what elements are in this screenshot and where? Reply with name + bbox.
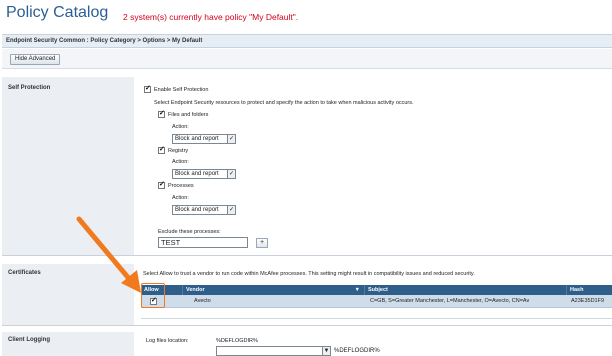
certificates-description: Select Allow to trust a vendor to run co… (143, 271, 475, 277)
registry-action-select[interactable]: Block and report ✓ (172, 169, 236, 179)
registry-checkbox[interactable]: ✓ (158, 146, 165, 154)
checkmark-icon: ✓ (145, 85, 151, 92)
files-folders-action-value: Block and report (175, 136, 219, 142)
chevron-down-icon: ▼ (322, 347, 330, 355)
processes-label: Processes (168, 183, 194, 189)
certificates-label: Certificates (8, 270, 41, 276)
table-row-empty (141, 308, 612, 319)
log-location-input[interactable]: %DEFLOGDIR% (334, 348, 380, 354)
column-vendor-label: Vendor (186, 287, 205, 293)
processes-action-label: Action: (172, 195, 189, 201)
exclude-processes-label: Exclude these processes: (158, 229, 221, 235)
add-process-button[interactable]: + (256, 238, 268, 248)
hide-advanced-button[interactable]: Hide Advanced (10, 54, 61, 65)
registry-action-label: Action: (172, 159, 189, 165)
log-location-value: %DEFLOGDIR% (216, 338, 258, 344)
hash-cell: A23E35D1F9 (571, 298, 605, 304)
column-subject[interactable]: Subject (365, 285, 567, 295)
self-protection-description: Select Endpoint Security resources to pr… (154, 100, 414, 106)
client-logging-label-cell (2, 332, 134, 356)
log-location-label: Log files location: (146, 338, 189, 344)
chevron-down-icon: ✓ (227, 135, 235, 143)
files-folders-label: Files and folders (168, 112, 209, 118)
breadcrumb: Endpoint Security Common : Policy Catego… (6, 38, 203, 44)
log-location-select[interactable]: ▼ (216, 346, 331, 356)
registry-label: Registry (168, 148, 189, 154)
sort-descending-icon: ▼ (354, 287, 360, 293)
files-folders-checkbox[interactable]: ✓ (158, 110, 165, 118)
chevron-down-icon: ✓ (227, 206, 235, 214)
checkmark-icon: ✓ (159, 110, 165, 117)
chevron-down-icon: ✓ (227, 170, 235, 178)
policy-assignment-notice: 2 system(s) currently have policy "My De… (123, 12, 299, 22)
processes-action-select[interactable]: Block and report ✓ (172, 205, 236, 215)
checkmark-icon: ✓ (159, 146, 165, 153)
registry-action-value: Block and report (175, 171, 219, 177)
checkmark-icon: ✓ (159, 181, 165, 188)
exclude-processes-input[interactable]: TEST (158, 237, 248, 248)
subject-cell: C=GB, S=Greater Manchester, L=Manchester… (370, 298, 530, 304)
files-folders-action-select[interactable]: Block and report ✓ (172, 134, 236, 144)
files-folders-action-label: Action: (172, 124, 189, 130)
column-vendor[interactable]: Vendor ▼ (183, 285, 365, 295)
enable-self-protection-label: Enable Self Protection (154, 87, 209, 93)
vendor-cell: Avecto (194, 298, 211, 304)
toolbar (2, 49, 612, 69)
processes-checkbox[interactable]: ✓ (158, 181, 165, 189)
annotation-arrow-icon (76, 216, 141, 293)
client-logging-label: Client Logging (8, 337, 50, 343)
page-title: Policy Catalog (6, 4, 109, 21)
processes-action-value: Block and report (175, 207, 219, 213)
self-protection-label: Self Protection (8, 85, 51, 91)
enable-self-protection-checkbox[interactable]: ✓ (144, 85, 151, 93)
column-hash[interactable]: Hash (567, 285, 612, 295)
